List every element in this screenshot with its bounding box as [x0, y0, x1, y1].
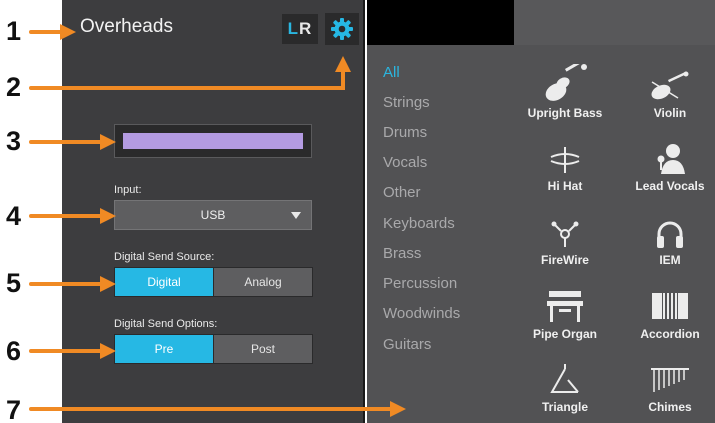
annotation-arrows — [29, 24, 406, 417]
arrow-2 — [29, 56, 351, 90]
